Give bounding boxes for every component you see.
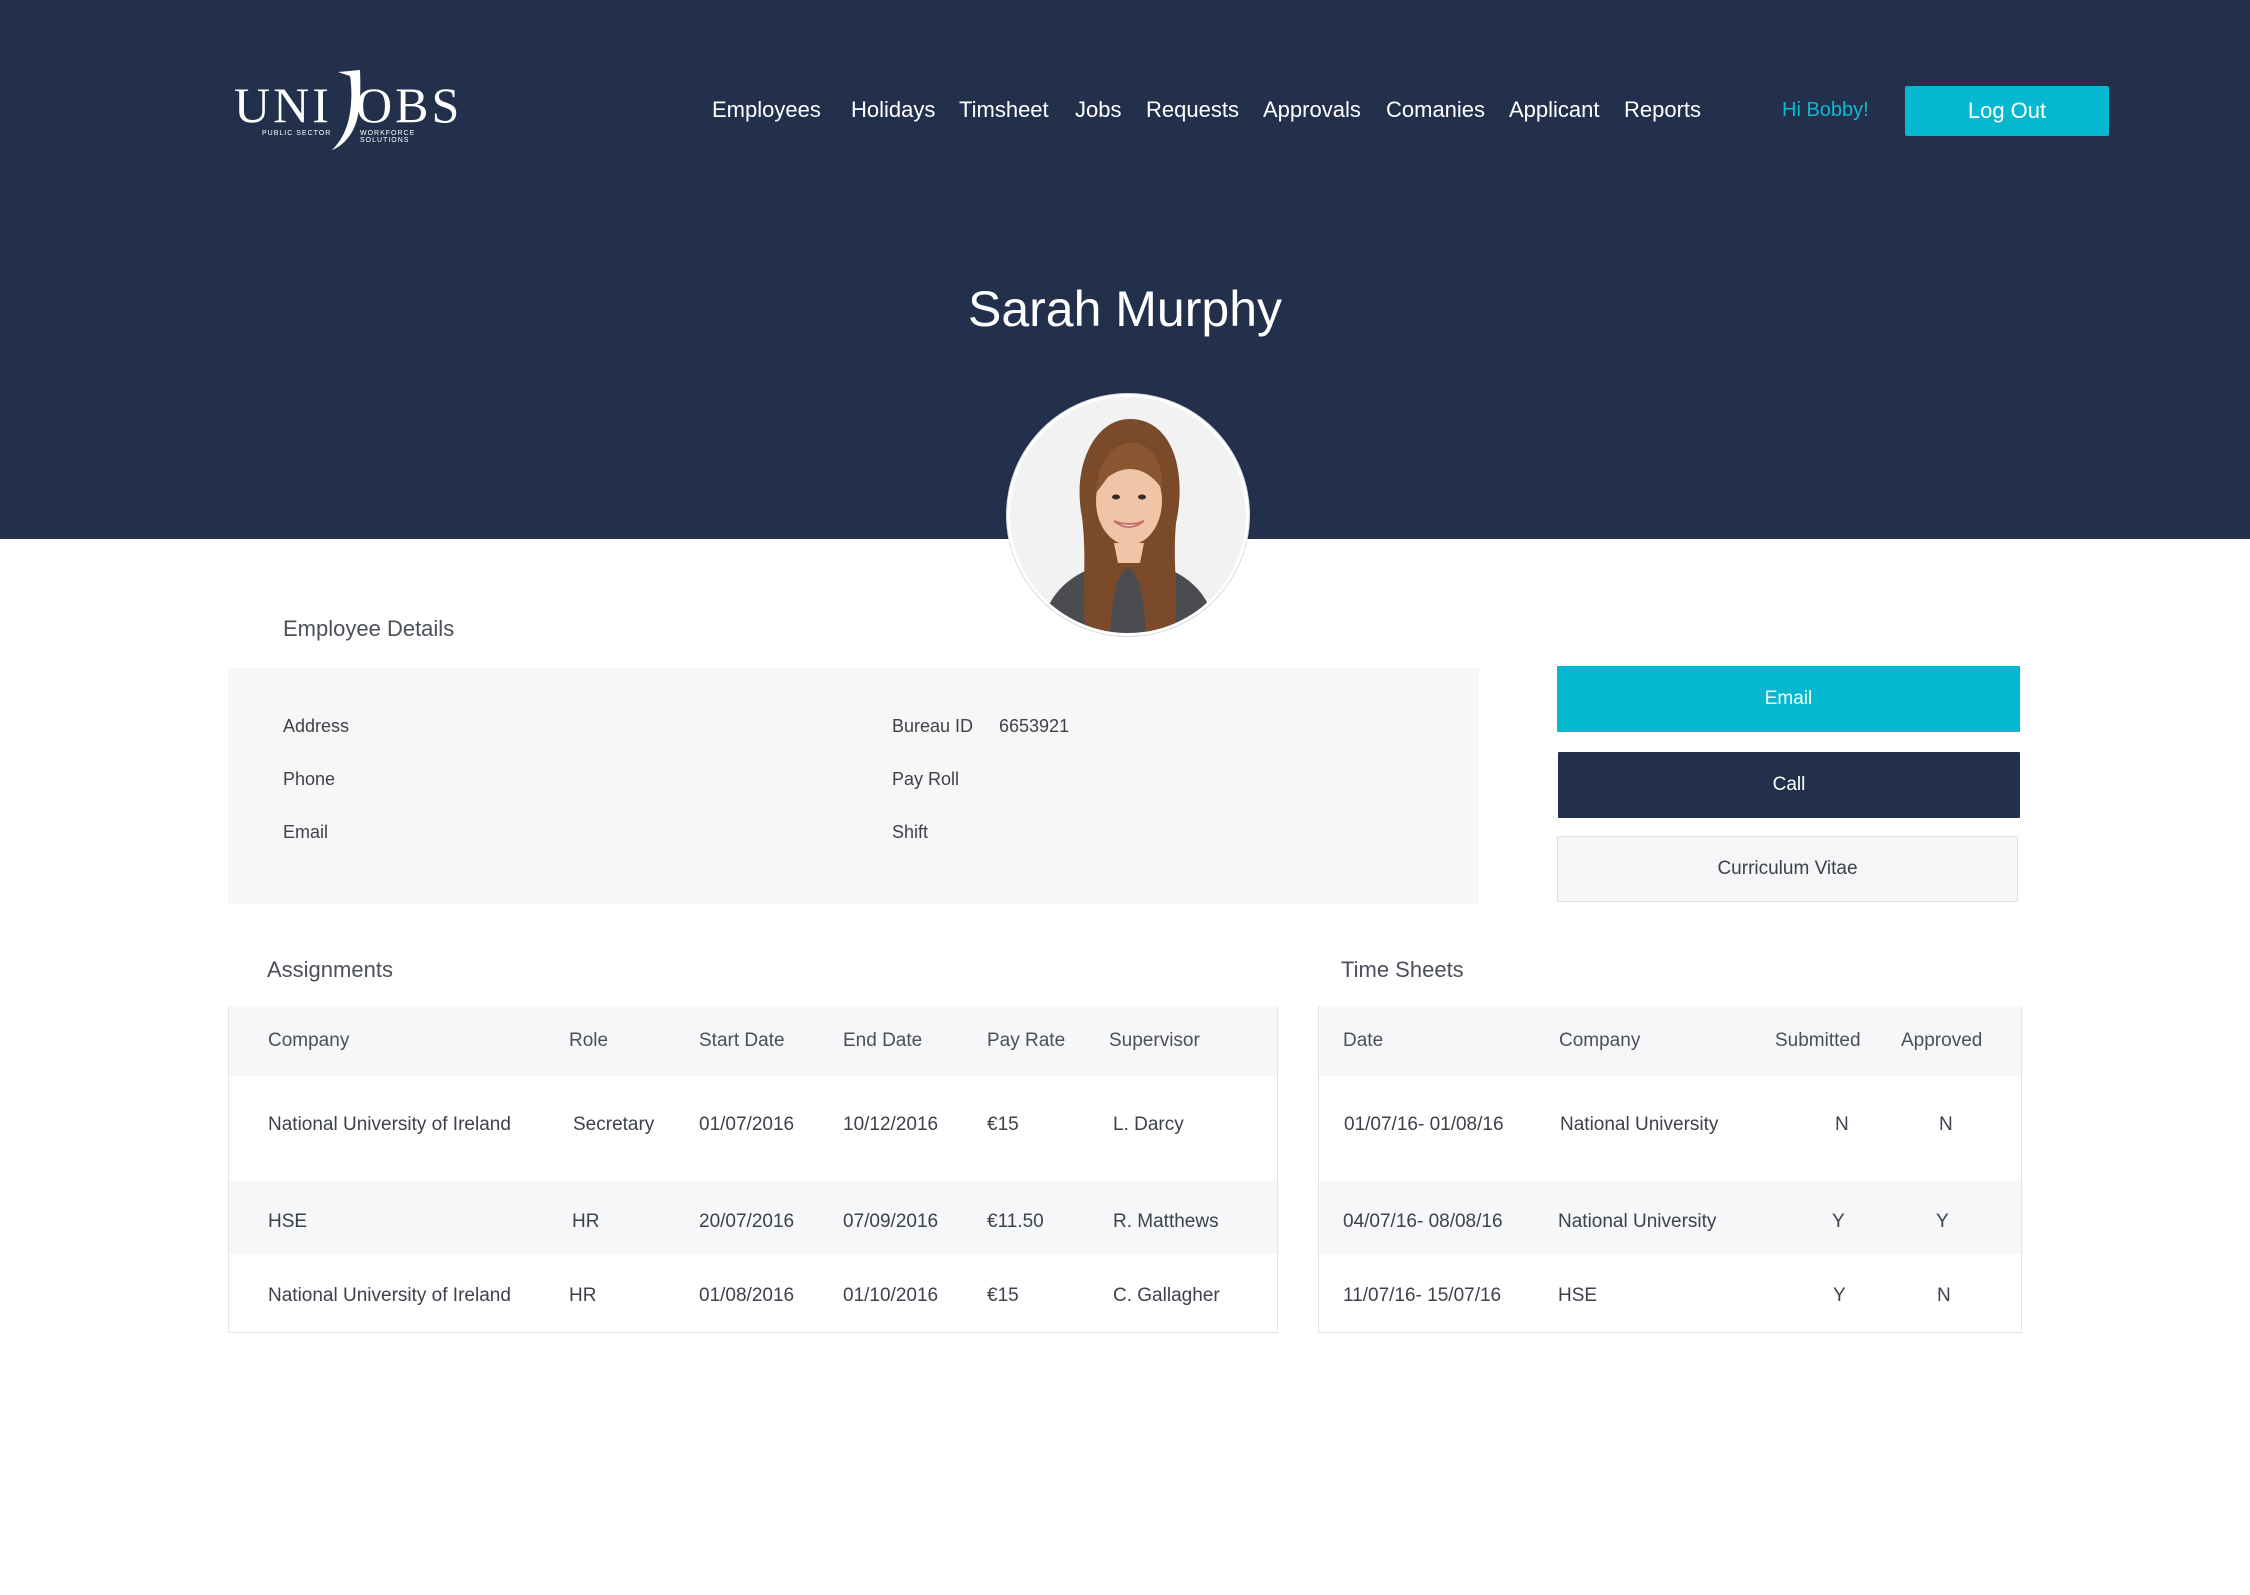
column-header: Company — [1559, 1030, 1641, 1051]
nav-holidays[interactable]: Holidays — [851, 97, 935, 123]
nav-applicant[interactable]: Applicant — [1509, 97, 1600, 123]
column-header: Company — [268, 1030, 350, 1051]
table-row[interactable]: HSE HR 20/07/2016 07/09/2016 €11.50 R. M… — [229, 1181, 1277, 1254]
table-cell: €15 — [987, 1285, 1019, 1306]
logout-button[interactable]: Log Out — [1905, 86, 2109, 136]
table-row[interactable]: 01/07/16- 01/08/16 National University N… — [1319, 1076, 2021, 1181]
email-button[interactable]: Email — [1557, 666, 2020, 732]
timesheets-header-row: Date Company Submitted Approved — [1319, 1006, 2021, 1076]
table-row[interactable]: 04/07/16- 08/08/16 National University Y… — [1319, 1181, 2021, 1254]
phone-label: Phone — [283, 769, 336, 789]
table-cell: 01/08/2016 — [699, 1285, 795, 1306]
table-cell: 01/07/16- 01/08/16 — [1344, 1114, 1504, 1135]
table-cell: 07/09/2016 — [843, 1211, 939, 1232]
table-row[interactable]: 11/07/16- 15/07/16 HSE Y N — [1319, 1254, 2021, 1332]
nav-timesheet[interactable]: Timsheet — [959, 97, 1049, 123]
employee-details-panel: Address Phone Email Bureau ID 6653921 Pa… — [228, 668, 1479, 904]
logo-tagline-right: WORKFORCE SOLUTIONS — [360, 130, 416, 144]
bureau-id-value: 6653921 — [999, 716, 1070, 736]
table-cell: HR — [572, 1211, 600, 1232]
logo-text-right: OBS — [356, 77, 463, 133]
user-greeting[interactable]: Hi Bobby! — [1782, 99, 1869, 122]
employee-name: Sarah Murphy — [967, 281, 1283, 337]
assignments-title: Assignments — [267, 957, 393, 982]
curriculum-vitae-button[interactable]: Curriculum Vitae — [1557, 836, 2018, 902]
table-cell: N — [1937, 1285, 1951, 1306]
logo-text-left: UNI — [234, 77, 332, 133]
table-row[interactable]: National University of Ireland Secretary… — [229, 1076, 1277, 1181]
table-cell: N — [1939, 1114, 1953, 1135]
table-cell: Y — [1832, 1211, 1845, 1232]
bureau-id-label: Bureau ID — [892, 716, 974, 736]
table-cell: 01/07/2016 — [699, 1114, 795, 1135]
payroll-label: Pay Roll — [892, 769, 960, 789]
table-cell: 04/07/16- 08/08/16 — [1343, 1211, 1503, 1232]
shift-label: Shift — [892, 822, 929, 842]
table-cell: €11.50 — [987, 1211, 1044, 1232]
table-cell: 01/10/2016 — [843, 1285, 939, 1306]
email-label: Email — [283, 822, 329, 842]
table-cell: 10/12/2016 — [843, 1114, 939, 1135]
nav-approvals[interactable]: Approvals — [1263, 97, 1361, 123]
table-cell: 11/07/16- 15/07/16 — [1343, 1285, 1502, 1306]
avatar — [1007, 394, 1249, 636]
column-header: Date — [1343, 1030, 1384, 1051]
table-cell: 20/07/2016 — [699, 1211, 795, 1232]
table-cell: €15 — [987, 1114, 1019, 1135]
table-row[interactable]: National University of Ireland HR 01/08/… — [229, 1254, 1277, 1332]
nav-companies[interactable]: Comanies — [1386, 97, 1485, 123]
table-cell: National University of Ireland — [268, 1114, 511, 1135]
column-header: Supervisor — [1109, 1030, 1200, 1051]
nav-reports[interactable]: Reports — [1624, 97, 1701, 123]
table-cell: C. Gallagher — [1113, 1285, 1220, 1306]
table-cell: Y — [1833, 1285, 1846, 1306]
timesheets-title: Time Sheets — [1341, 957, 1464, 982]
table-cell: HR — [569, 1285, 597, 1306]
table-cell: N — [1835, 1114, 1849, 1135]
nav-jobs[interactable]: Jobs — [1075, 97, 1121, 123]
table-cell: Secretary — [573, 1114, 655, 1135]
table-cell: L. Darcy — [1113, 1114, 1184, 1135]
column-header: End Date — [843, 1030, 923, 1051]
table-cell: National University — [1560, 1114, 1719, 1135]
column-header: Role — [569, 1030, 609, 1051]
column-header: Pay Rate — [987, 1030, 1066, 1051]
employee-details-title: Employee Details — [283, 616, 455, 641]
column-header: Start Date — [699, 1030, 785, 1051]
address-label: Address — [283, 716, 350, 736]
person-photo-icon — [1010, 397, 1246, 633]
logo-tagline-left: PUBLIC SECTOR — [262, 130, 332, 137]
nav-requests[interactable]: Requests — [1146, 97, 1239, 123]
table-cell: National University — [1558, 1211, 1717, 1232]
call-button[interactable]: Call — [1558, 752, 2020, 818]
table-cell: HSE — [268, 1211, 308, 1232]
unijobs-logo[interactable]: UNI OBS PUBLIC SECTOR WORKFORCE SOLUTION… — [234, 70, 464, 150]
timesheets-table: Date Company Submitted Approved 01/07/16… — [1318, 1006, 2022, 1333]
nav-employees[interactable]: Employees — [712, 97, 821, 123]
table-cell: HSE — [1558, 1285, 1598, 1306]
table-cell: R. Matthews — [1113, 1211, 1219, 1232]
assignments-header-row: Company Role Start Date End Date Pay Rat… — [229, 1006, 1277, 1076]
table-cell: Y — [1936, 1211, 1949, 1232]
column-header: Approved — [1901, 1030, 1983, 1051]
assignments-table: Company Role Start Date End Date Pay Rat… — [228, 1006, 1278, 1333]
table-cell: National University of Ireland — [268, 1285, 511, 1306]
column-header: Submitted — [1775, 1030, 1861, 1051]
